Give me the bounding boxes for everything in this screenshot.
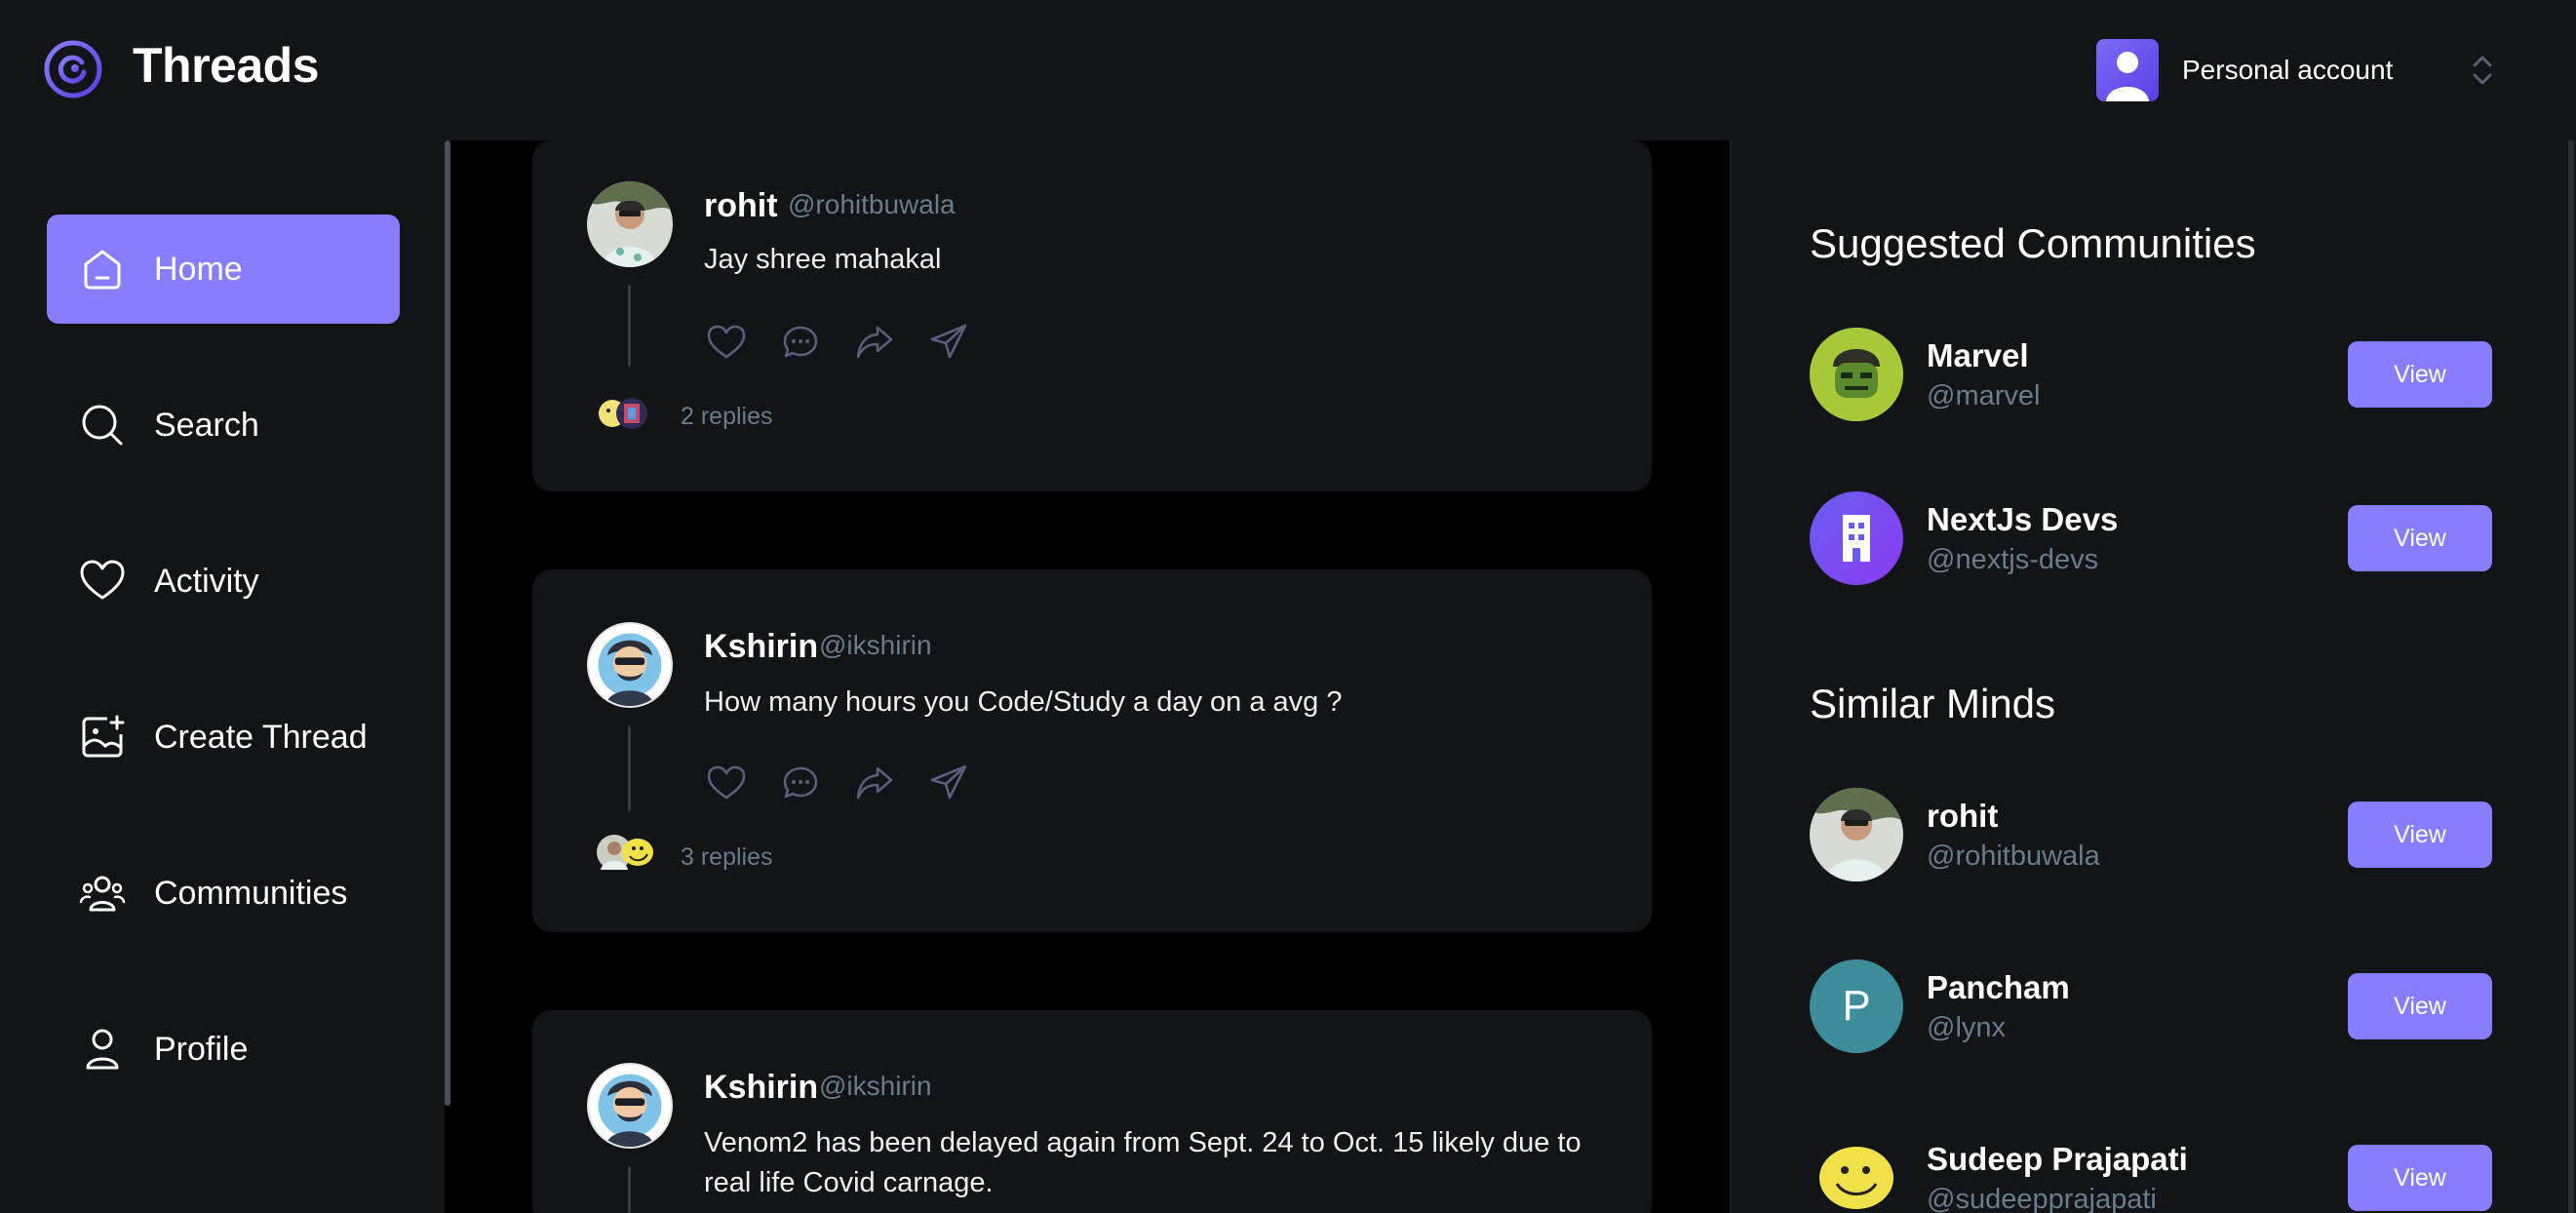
community-avatar[interactable] [1810, 328, 1903, 421]
thread-handle[interactable]: @ikshirin [819, 630, 932, 661]
sidebar-item-home[interactable]: Home [47, 215, 400, 324]
sidebar-item-label: Search [154, 406, 259, 444]
community-name[interactable]: Marvel [1927, 337, 2029, 374]
view-user-button[interactable]: View [2348, 1145, 2492, 1211]
thread-author[interactable]: Kshirin [704, 1069, 818, 1107]
author-avatar[interactable] [587, 1063, 673, 1149]
user-handle: @rohitbuwala [1927, 841, 2100, 872]
suggested-communities-title: Suggested Communities [1810, 220, 2256, 266]
threads-logo-icon[interactable] [43, 39, 103, 99]
reply-avatars [593, 831, 671, 874]
avatar-cartoon-icon [598, 633, 662, 706]
user-handle: @sudeepprajapati [1927, 1184, 2157, 1213]
search-icon [82, 405, 123, 446]
sidebar-item-label: Activity [154, 562, 259, 600]
user-name[interactable]: Sudeep Prajapati [1927, 1141, 2188, 1178]
reply-count[interactable]: 2 replies [681, 403, 773, 431]
author-avatar[interactable] [587, 622, 673, 708]
reply-count[interactable]: 3 replies [681, 843, 773, 872]
community-handle: @marvel [1927, 380, 2041, 411]
similar-minds-title: Similar Minds [1810, 681, 2056, 726]
reply-avatars [597, 392, 675, 435]
heart-icon [80, 560, 125, 600]
thread-actions [706, 322, 969, 363]
thread-handle[interactable]: @ikshirin [819, 1071, 932, 1102]
share-icon[interactable] [928, 763, 969, 803]
view-user-button[interactable]: View [2348, 973, 2492, 1039]
user-avatar[interactable] [1810, 788, 1903, 881]
heart-icon[interactable] [706, 322, 747, 363]
thread-text: Jay shree mahakal [704, 244, 942, 275]
sidebar-item-label: Home [154, 250, 243, 288]
brand-title[interactable]: Threads [133, 37, 320, 94]
thread-connector [628, 725, 631, 811]
avatar-initial: P [1842, 982, 1871, 1030]
user-icon [86, 1029, 119, 1070]
sidebar-item-activity[interactable]: Activity [47, 527, 400, 636]
avatar-cartoon-icon [598, 1074, 662, 1147]
thread-author[interactable]: rohit [704, 187, 778, 225]
user-avatar-icon [2106, 52, 2149, 101]
thread-actions [706, 763, 969, 803]
create-thread-icon [82, 715, 125, 758]
chevron-updown-icon[interactable] [2465, 49, 2500, 92]
repost-icon[interactable] [854, 763, 895, 803]
community-handle: @nextjs-devs [1927, 544, 2099, 575]
reply-icon[interactable] [780, 322, 821, 363]
view-user-button[interactable]: View [2348, 802, 2492, 868]
reply-avatar-stack-icon [597, 835, 653, 870]
repost-icon[interactable] [854, 322, 895, 363]
thread-connector [628, 1166, 631, 1213]
user-handle: @lynx [1927, 1012, 2007, 1043]
share-icon[interactable] [928, 322, 969, 363]
thread-text: How many hours you Code/Study a day on a… [704, 686, 1343, 718]
user-name[interactable]: Pancham [1927, 969, 2070, 1006]
community-avatar[interactable] [1810, 491, 1903, 585]
building-icon [1843, 515, 1870, 562]
heart-icon[interactable] [706, 763, 747, 803]
account-avatar[interactable] [2096, 39, 2159, 101]
sidebar-item-label: Communities [154, 874, 348, 912]
sidebar-item-label: Profile [154, 1030, 249, 1068]
thread-handle[interactable]: @rohitbuwala [788, 189, 956, 220]
reply-avatar-stack-icon [599, 398, 647, 429]
thread-connector [628, 285, 631, 367]
user-avatar[interactable]: P [1810, 959, 1903, 1053]
avatar-photo-icon [587, 181, 673, 267]
communities-icon [79, 876, 126, 912]
sidebar-item-search[interactable]: Search [47, 371, 400, 480]
author-avatar[interactable] [587, 181, 673, 267]
sidebar-item-communities[interactable]: Communities [47, 839, 400, 948]
reply-icon[interactable] [780, 763, 821, 803]
user-name[interactable]: rohit [1927, 798, 1998, 835]
account-label[interactable]: Personal account [2182, 55, 2393, 86]
community-name[interactable]: NextJs Devs [1927, 501, 2118, 538]
hulk-avatar-icon [1810, 328, 1903, 421]
thread-text: Venom2 has been delayed again from Sept.… [704, 1127, 1581, 1198]
sidebar-item-label: Create Thread [154, 718, 368, 756]
thread-card[interactable] [532, 569, 1652, 932]
right-scrollbar[interactable] [2568, 140, 2574, 1213]
sidebar-item-profile[interactable]: Profile [47, 995, 400, 1104]
thread-card[interactable] [532, 140, 1652, 491]
view-community-button[interactable]: View [2348, 341, 2492, 408]
sidebar-item-create-thread[interactable]: Create Thread [47, 683, 400, 792]
avatar-photo-icon [1810, 788, 1903, 881]
view-community-button[interactable]: View [2348, 505, 2492, 571]
thread-author[interactable]: Kshirin [704, 628, 818, 666]
topbar: Threads Personal account [0, 0, 2576, 140]
home-icon [84, 250, 121, 290]
